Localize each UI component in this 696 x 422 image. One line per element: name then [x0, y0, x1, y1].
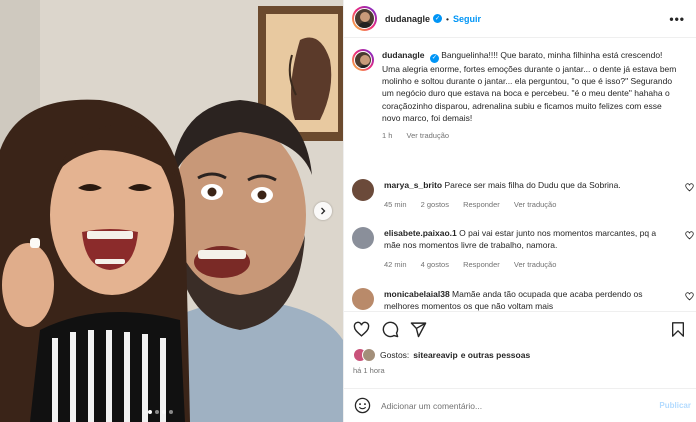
commenter-avatar[interactable]: [352, 288, 374, 310]
separator-dot: •: [446, 13, 449, 24]
next-photo-button[interactable]: [314, 202, 332, 220]
more-options-icon[interactable]: •••: [669, 12, 685, 26]
likes-prefix: Gostos:: [380, 350, 410, 360]
heart-icon[interactable]: [685, 292, 694, 301]
post-header: dudanagle ✓ • Seguir •••: [344, 0, 696, 38]
post-timestamp[interactable]: há 1 hora: [353, 366, 385, 375]
caption-username[interactable]: dudanagle: [382, 50, 425, 60]
selfie-photo-illustration: [0, 0, 343, 422]
heart-icon[interactable]: [685, 183, 694, 192]
comments-scroll-area[interactable]: dudanagle ✓ Banguelinha!!!! Que barato, …: [344, 39, 696, 311]
comment-username[interactable]: elisabete.paixao.1: [384, 228, 457, 238]
author-avatar[interactable]: [352, 6, 377, 31]
comment-item: marya_s_brito Parece ser mais filha do D…: [352, 179, 696, 211]
chevron-right-icon: [321, 207, 326, 215]
comment-time[interactable]: 42 min: [384, 260, 407, 269]
emoji-icon[interactable]: [354, 397, 371, 414]
likes-others-link[interactable]: e outras pessoas: [461, 350, 530, 360]
carousel-indicator: [148, 410, 173, 414]
comment-item: elisabete.paixao.1 O pai vai estar junto…: [352, 227, 696, 271]
carousel-dot: [169, 410, 173, 414]
commenter-avatar[interactable]: [352, 227, 374, 249]
comment-text: Parece ser mais filha do Dudu que da Sob…: [444, 180, 621, 190]
post-photo[interactable]: [0, 0, 343, 422]
author-username[interactable]: dudanagle: [385, 14, 430, 24]
likes-summary: Gostos: siteareavip e outras pessoas: [353, 348, 530, 362]
comment-likes[interactable]: 2 gostos: [421, 200, 449, 209]
verified-icon: ✓: [433, 14, 443, 23]
add-comment-bar: Publicar: [344, 388, 696, 422]
publish-button[interactable]: Publicar: [659, 401, 691, 410]
carousel-dot: [155, 410, 159, 414]
bookmark-icon[interactable]: [670, 321, 686, 338]
comment-time[interactable]: 45 min: [384, 200, 407, 209]
comment-username[interactable]: monicabelaial38: [384, 289, 450, 299]
caption-translate-link[interactable]: Ver tradução: [407, 131, 450, 140]
comment-username[interactable]: marya_s_brito: [384, 180, 442, 190]
instagram-post-view: dudanagle ✓ • Seguir ••• dudanagle ✓ Ban…: [0, 0, 696, 422]
reply-button[interactable]: Responder: [463, 200, 500, 209]
caption-time[interactable]: 1 h: [382, 131, 392, 140]
comment-input[interactable]: [381, 400, 641, 411]
verified-icon: ✓: [429, 53, 439, 63]
follow-button[interactable]: Seguir: [453, 14, 481, 24]
reply-button[interactable]: Responder: [463, 260, 500, 269]
commenter-avatar[interactable]: [352, 179, 374, 201]
liker-username[interactable]: siteareavip: [413, 350, 457, 360]
liker-avatar: [362, 348, 376, 362]
post-action-bar: [344, 311, 696, 345]
carousel-dot: [162, 410, 166, 414]
heart-icon[interactable]: [685, 231, 694, 240]
caption-author-avatar[interactable]: [352, 49, 374, 71]
post-details-panel: dudanagle ✓ • Seguir ••• dudanagle ✓ Ban…: [343, 0, 696, 422]
translate-link[interactable]: Ver tradução: [514, 200, 557, 209]
share-icon[interactable]: [410, 321, 427, 338]
comment-item: monicabelaial38 Mamãe anda tão ocupada q…: [352, 288, 696, 311]
heart-icon[interactable]: [353, 321, 370, 338]
translate-link[interactable]: Ver tradução: [514, 260, 557, 269]
post-caption: dudanagle ✓ Banguelinha!!!! Que barato, …: [352, 49, 692, 142]
comment-icon[interactable]: [382, 321, 399, 338]
caption-text: Banguelinha!!!! Que barato, minha filhin…: [382, 50, 677, 123]
carousel-dot: [148, 410, 152, 414]
comment-likes[interactable]: 4 gostos: [421, 260, 449, 269]
